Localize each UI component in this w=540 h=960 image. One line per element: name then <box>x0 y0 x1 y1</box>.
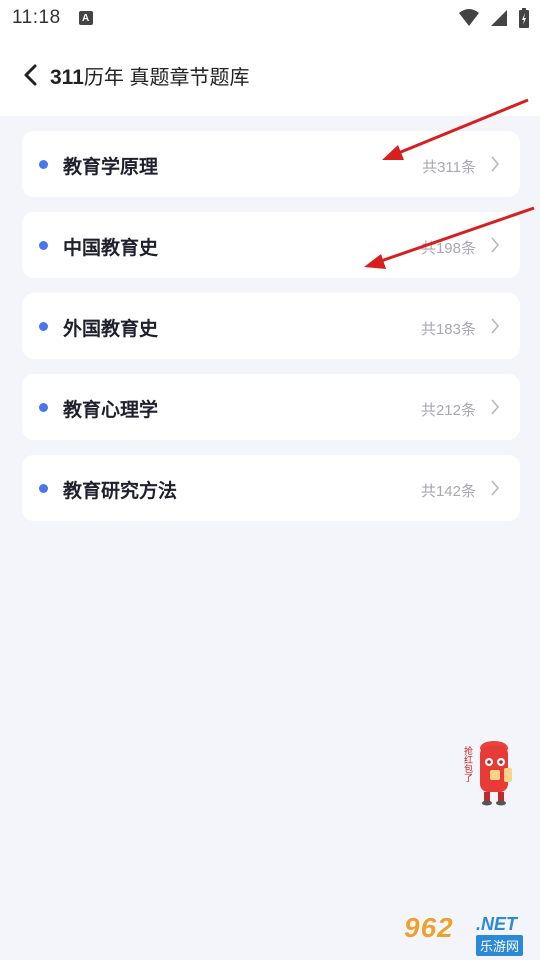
watermark-suffix: .NET <box>476 914 518 934</box>
status-time: 11:18 <box>12 7 61 28</box>
chapter-title: 外国教育史 <box>63 319 159 340</box>
chapter-item[interactable]: 教育学原理 共311条 <box>22 131 520 197</box>
bullet-dot-icon <box>39 484 48 493</box>
chapter-title: 中国教育史 <box>63 238 159 259</box>
bullet-dot-icon <box>39 160 48 169</box>
signal-icon <box>491 10 507 26</box>
status-bar: 11:18 A <box>0 0 540 36</box>
mascot-caption: 抢红包了 <box>463 746 473 782</box>
chapter-item[interactable]: 教育心理学 共212条 <box>22 374 520 440</box>
chapter-count: 共183条 <box>420 321 476 338</box>
chevron-right-icon <box>491 318 500 334</box>
chapter-list: 教育学原理 共311条 中国教育史 共198条 外国教育史 共183条 教育心理… <box>22 131 520 536</box>
chapter-count: 共311条 <box>422 159 476 176</box>
page-header: 311历年 真题章节题库 <box>0 36 540 116</box>
chapter-item[interactable]: 外国教育史 共183条 <box>22 293 520 359</box>
chevron-right-icon <box>491 237 500 253</box>
chevron-right-icon <box>491 399 500 415</box>
chevron-right-icon <box>491 156 500 172</box>
chapter-count: 共142条 <box>420 483 476 500</box>
chevron-right-icon <box>491 480 500 496</box>
bullet-dot-icon <box>39 322 48 331</box>
bullet-dot-icon <box>39 403 48 412</box>
chapter-count: 共212条 <box>420 402 476 419</box>
chapter-count: 共198条 <box>420 240 476 257</box>
status-icons <box>458 7 530 29</box>
chapter-item[interactable]: 中国教育史 共198条 <box>22 212 520 278</box>
chapter-title: 教育心理学 <box>63 400 159 421</box>
watermark-brand: 962 <box>404 912 454 943</box>
page-title: 311历年 真题章节题库 <box>50 61 249 90</box>
wifi-icon <box>459 9 479 26</box>
watermark-subtitle: 乐游网 <box>476 935 524 956</box>
bullet-dot-icon <box>39 241 48 250</box>
chapter-title: 教育研究方法 <box>63 481 178 502</box>
notification-icon: A <box>78 11 93 25</box>
battery-icon <box>519 8 529 28</box>
back-arrow-icon[interactable] <box>20 62 42 88</box>
page-title-text: 历年 真题章节题库 <box>83 67 250 89</box>
chapter-item[interactable]: 教育研究方法 共142条 <box>22 455 520 521</box>
chapter-title: 教育学原理 <box>63 157 159 178</box>
page-title-number: 311 <box>50 66 84 89</box>
